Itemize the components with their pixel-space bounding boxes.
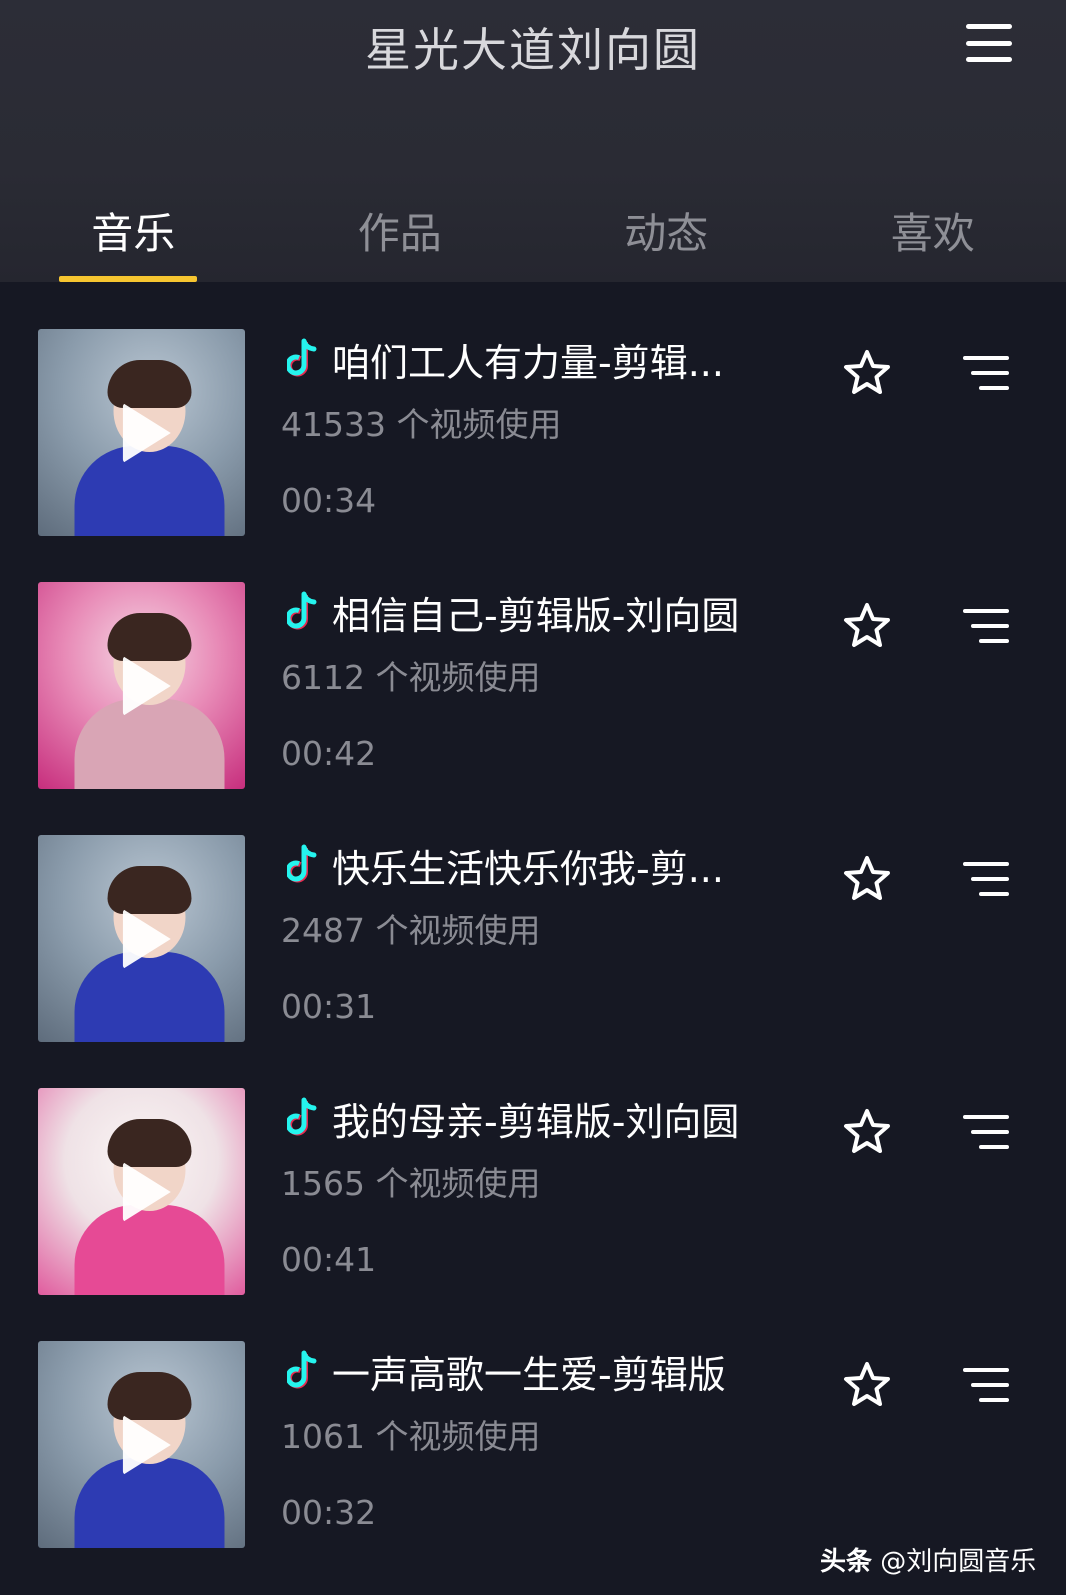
tab-bar: 音乐 作品 动态 喜欢 [0,190,1066,282]
watermark: 头条 @刘向圆音乐 [820,1541,1036,1578]
play-icon[interactable] [122,908,171,969]
song-row[interactable]: 咱们工人有力量-剪辑... 41533 个视频使用 00:34 [0,282,1066,536]
music-note-icon [287,338,317,377]
song-title[interactable]: 咱们工人有力量-剪辑... [332,332,724,387]
watermark-handle: @刘向圆音乐 [880,1547,1037,1577]
usage-count: 1565 个视频使用 [281,1164,541,1203]
song-row[interactable]: 快乐生活快乐你我-剪... 2487 个视频使用 00:31 [0,788,1066,1042]
playlist-menu-icon[interactable] [963,354,1013,392]
tab-likes[interactable]: 喜欢 [800,190,1066,282]
song-cover[interactable] [38,582,245,789]
music-note-icon [287,844,317,883]
playlist-menu-icon[interactable] [963,860,1013,898]
song-list: 咱们工人有力量-剪辑... 41533 个视频使用 00:34 相信自己-剪辑版… [0,282,1066,1548]
music-note-icon [287,1350,317,1389]
song-duration: 00:31 [281,987,377,1026]
song-title[interactable]: 我的母亲-剪辑版-刘向圆 [332,1091,739,1146]
song-duration: 00:42 [281,734,377,773]
play-icon[interactable] [122,1414,171,1475]
music-note-icon [287,591,317,630]
song-duration: 00:41 [281,1240,377,1279]
song-cover[interactable] [38,835,245,1042]
playlist-menu-icon[interactable] [963,607,1013,645]
song-duration: 00:34 [281,481,377,520]
usage-count: 6112 个视频使用 [281,658,541,697]
song-row[interactable]: 一声高歌一生爱-剪辑版 1061 个视频使用 00:32 [0,1294,1066,1548]
song-cover[interactable] [38,329,245,536]
song-title[interactable]: 相信自己-剪辑版-刘向圆 [332,585,739,640]
menu-icon[interactable] [966,24,1012,62]
usage-count: 1061 个视频使用 [281,1417,541,1456]
song-cover[interactable] [38,1341,245,1548]
tab-activity[interactable]: 动态 [533,190,800,282]
star-icon[interactable] [842,601,892,651]
tab-music[interactable]: 音乐 [0,190,267,282]
tab-works[interactable]: 作品 [267,190,534,282]
play-icon[interactable] [122,1161,171,1222]
playlist-menu-icon[interactable] [963,1113,1013,1151]
star-icon[interactable] [842,1107,892,1157]
song-duration: 00:32 [281,1493,377,1532]
song-row[interactable]: 我的母亲-剪辑版-刘向圆 1565 个视频使用 00:41 [0,1041,1066,1295]
song-title[interactable]: 快乐生活快乐你我-剪... [332,838,724,893]
watermark-brand: 头条 [820,1547,873,1577]
song-title[interactable]: 一声高歌一生爱-剪辑版 [332,1344,726,1399]
star-icon[interactable] [842,1360,892,1410]
page-title: 星光大道刘向圆 [365,23,701,77]
song-row[interactable]: 相信自己-剪辑版-刘向圆 6112 个视频使用 00:42 [0,535,1066,789]
play-icon[interactable] [122,402,171,463]
play-icon[interactable] [122,655,171,716]
music-note-icon [287,1097,317,1136]
star-icon[interactable] [842,854,892,904]
usage-count: 41533 个视频使用 [281,405,562,444]
song-cover[interactable] [38,1088,245,1295]
profile-header: 星光大道刘向圆 音乐 作品 动态 喜欢 [0,0,1066,282]
star-icon[interactable] [842,348,892,398]
usage-count: 2487 个视频使用 [281,911,541,950]
playlist-menu-icon[interactable] [963,1366,1013,1404]
